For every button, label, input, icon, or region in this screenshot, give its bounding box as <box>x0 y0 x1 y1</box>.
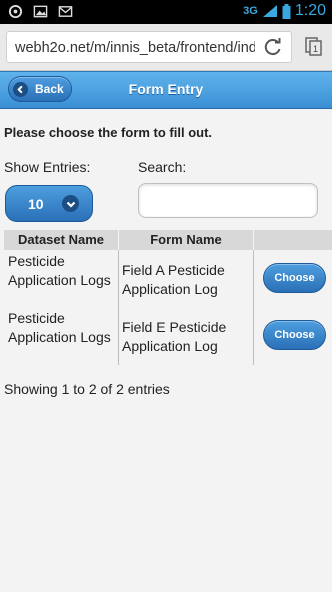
svg-text:1: 1 <box>313 44 318 54</box>
signal-icon <box>262 5 277 17</box>
location-icon <box>8 4 23 19</box>
choose-button[interactable]: Choose <box>263 320 326 350</box>
browser-toolbar: webh2o.net/m/innis_beta/frontend/index 1 <box>0 24 332 71</box>
back-button-label: Back <box>35 82 64 96</box>
dataset-name-cell: Pesticide Application Logs <box>8 310 111 345</box>
battery-icon <box>282 3 291 19</box>
search-label: Search: <box>138 159 187 175</box>
show-entries-select[interactable]: 10 <box>5 185 93 222</box>
table-summary: Showing 1 to 2 of 2 entries <box>4 381 170 397</box>
clock: 1:20 <box>294 2 326 19</box>
url-field[interactable]: webh2o.net/m/innis_beta/frontend/index <box>6 31 292 63</box>
chevron-down-icon <box>62 195 79 212</box>
instruction-text: Please choose the form to fill out. <box>4 125 213 140</box>
entries-value: 10 <box>28 196 44 212</box>
form-name-cell: Field E Pesticide Application Log <box>122 319 227 354</box>
form-name-cell: Field A Pesticide Application Log <box>122 262 225 297</box>
image-icon <box>33 5 48 18</box>
page-header: Form Entry Back <box>0 71 332 109</box>
show-entries-label: Show Entries: <box>4 159 91 175</box>
reload-icon[interactable] <box>263 37 283 57</box>
table-header: Dataset Name Form Name <box>4 230 332 250</box>
tabs-icon[interactable]: 1 <box>304 36 324 56</box>
status-bar: 3G 1:20 <box>0 0 332 24</box>
table-row: Pesticide Application Logs Field E Pesti… <box>4 308 332 365</box>
chevron-left-icon <box>13 81 28 97</box>
url-text[interactable]: webh2o.net/m/innis_beta/frontend/index <box>15 40 255 56</box>
mail-icon <box>58 6 73 17</box>
back-button[interactable]: Back <box>8 76 72 102</box>
choose-button[interactable]: Choose <box>263 263 326 293</box>
dataset-name-cell: Pesticide Application Logs <box>8 253 111 288</box>
column-header-dataset[interactable]: Dataset Name <box>4 232 118 247</box>
network-type: 3G <box>243 5 258 17</box>
search-input[interactable] <box>138 183 318 218</box>
column-header-form[interactable]: Form Name <box>119 232 253 247</box>
table-row: Pesticide Application Logs Field A Pesti… <box>4 251 332 308</box>
